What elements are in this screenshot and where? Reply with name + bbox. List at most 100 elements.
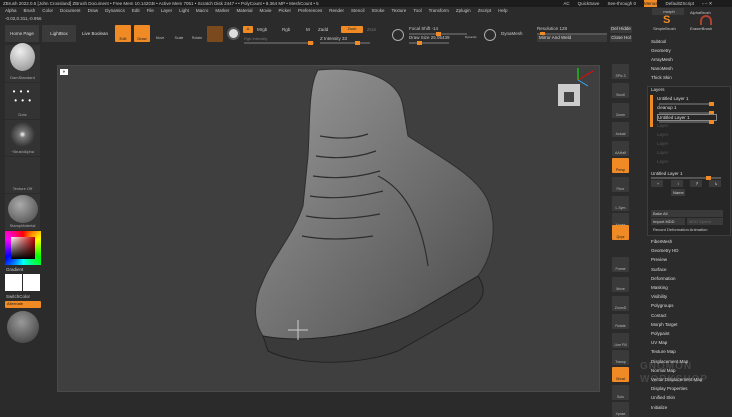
- palette-unified-skin[interactable]: Unified Skin: [651, 395, 675, 400]
- empty-layer-slot[interactable]: Layer: [657, 132, 717, 139]
- zcut-button[interactable]: Zcut: [367, 27, 376, 32]
- menu-file[interactable]: File: [147, 7, 154, 15]
- menu-color[interactable]: Color: [42, 7, 53, 15]
- simple-brush-button[interactable]: SimpleBrush: [653, 26, 676, 31]
- zadd-button[interactable]: Zadd: [318, 27, 328, 32]
- layer-row[interactable]: Untitled Layer 1: [657, 114, 717, 121]
- menu-brush[interactable]: Brush: [24, 7, 36, 15]
- layer-row[interactable]: Untitled Layer 1: [657, 96, 717, 103]
- palette-nanomesh[interactable]: NanoMesh: [651, 66, 673, 71]
- shelf-button-spix-3[interactable]: SPix 3: [612, 64, 629, 79]
- shelf-button-transp[interactable]: Transp: [612, 350, 629, 365]
- layer-row[interactable]: cleanup 1: [657, 105, 717, 112]
- menu-zscript[interactable]: Zscript: [478, 7, 492, 15]
- gradient-label[interactable]: Gradient: [6, 267, 23, 272]
- palette-polypaint[interactable]: Polypaint: [651, 331, 670, 336]
- zsub-button[interactable]: Zsub: [341, 26, 363, 33]
- boot-model[interactable]: [58, 66, 601, 393]
- edit-button[interactable]: Edit: [115, 25, 131, 42]
- document-canvas[interactable]: ◗: [57, 65, 600, 392]
- palette-polygroups[interactable]: Polygroups: [651, 303, 674, 308]
- del-hidden-button[interactable]: Del Hidde: [610, 26, 632, 33]
- spotlight-icon[interactable]: [227, 27, 240, 40]
- palette-arraymesh[interactable]: ArrayMesh: [651, 57, 673, 62]
- layers-title[interactable]: Layers: [651, 87, 665, 92]
- dynamesh-button[interactable]: DynaMesh: [501, 31, 523, 36]
- lightbox-button[interactable]: LightBox: [42, 25, 76, 42]
- bake-all-button[interactable]: Bake All: [651, 210, 723, 217]
- merge-down-button[interactable]: ↳: [709, 180, 721, 187]
- shelf-button-solo[interactable]: Solo: [612, 385, 629, 400]
- alternate-button[interactable]: Alternate: [5, 301, 41, 308]
- menu-transform[interactable]: Transform: [429, 7, 449, 15]
- palette-thick-skin[interactable]: Thick Skin: [651, 75, 672, 80]
- default-script-button[interactable]: DefaultZScript: [665, 0, 694, 7]
- stroke-selector[interactable]: • • • • • • Dots: [5, 83, 40, 119]
- shelf-button-move[interactable]: Move: [612, 277, 629, 292]
- shelf-button-l-sym[interactable]: L.Sym: [612, 196, 629, 211]
- menu-picker[interactable]: Picker: [278, 7, 291, 15]
- palette-morph-target[interactable]: Morph Target: [651, 322, 677, 327]
- eraser-brush-button[interactable]: EraserBrush: [690, 26, 712, 31]
- menu-preferences[interactable]: Preferences: [298, 7, 322, 15]
- rotate-button[interactable]: Rotate: [190, 27, 204, 41]
- rgb-intensity-slider[interactable]: Rgb Intensity: [244, 36, 267, 41]
- lazy-mouse-icon[interactable]: [392, 29, 404, 41]
- secondary-color-swatch[interactable]: [23, 274, 40, 291]
- palette-fibermesh[interactable]: FiberMesh: [651, 239, 672, 244]
- mdd-speed-slider[interactable]: MDD Speed: [687, 218, 723, 225]
- scale-button[interactable]: Scale: [172, 27, 186, 41]
- alpha-selector[interactable]: ~BrushAlpha: [5, 120, 40, 156]
- quicksave-button[interactable]: QuickSave: [578, 0, 600, 7]
- shelf-button-floor[interactable]: Floor: [612, 177, 629, 192]
- z-intensity-slider[interactable]: Z Intensity 33: [320, 36, 347, 41]
- material-selector[interactable]: StampMaterial: [5, 194, 40, 230]
- palette-texture-map[interactable]: Texture Map: [651, 349, 676, 354]
- a-button[interactable]: A: [243, 26, 253, 33]
- palette-display-properties[interactable]: Display Properties: [651, 386, 688, 391]
- texture-selector[interactable]: Texture Off: [5, 157, 40, 193]
- duplicate-layer-button[interactable]: ↱: [690, 180, 702, 187]
- menu-document[interactable]: Document: [60, 7, 81, 15]
- window-controls[interactable]: ▫ – ✕: [702, 0, 732, 7]
- palette-masking[interactable]: Masking: [651, 285, 668, 290]
- menu-marker[interactable]: Marker: [215, 7, 229, 15]
- material-swatch[interactable]: [207, 26, 223, 42]
- shelf-button-aahalf[interactable]: AAHalf: [612, 141, 629, 156]
- palette-surface[interactable]: Surface: [651, 267, 667, 272]
- palette-preview[interactable]: Preview: [651, 257, 667, 262]
- dynamic-button[interactable]: Dynamic: [465, 35, 477, 39]
- import-mdd-button[interactable]: Import MDD: [651, 218, 685, 225]
- see-through-slider[interactable]: See-through 0: [607, 0, 636, 7]
- m-button[interactable]: M: [306, 27, 310, 32]
- rgb-button[interactable]: Rgb: [282, 27, 290, 32]
- layers-scrollbar[interactable]: [650, 95, 653, 127]
- draw-button[interactable]: Draw: [134, 25, 150, 42]
- focal-shift-slider[interactable]: Focal Shift -14: [409, 26, 438, 31]
- shelf-button-qxyz[interactable]: Qxyz: [612, 225, 629, 240]
- menu-tool[interactable]: Tool: [413, 7, 421, 15]
- menu-alpha[interactable]: Alpha: [5, 7, 17, 15]
- shelf-button-scroll[interactable]: Scroll: [612, 83, 629, 98]
- live-boolean-button[interactable]: Live Boolean: [78, 25, 112, 42]
- menu-macro[interactable]: Macro: [196, 7, 209, 15]
- shelf-button-persp[interactable]: Persp: [612, 158, 629, 173]
- move-layer-button[interactable]: ↕: [671, 180, 683, 187]
- menu-draw[interactable]: Draw: [88, 7, 99, 15]
- resolution-slider[interactable]: Resolution 128: [537, 26, 567, 31]
- close-holes-button[interactable]: Close Hol: [610, 35, 632, 42]
- shelf-button-xpose[interactable]: Xpose: [612, 402, 629, 417]
- menu-render[interactable]: Render: [329, 7, 344, 15]
- mrgb-button[interactable]: Mrgb: [257, 27, 267, 32]
- empty-layer-slot[interactable]: Layer: [657, 150, 717, 157]
- matcap-preview[interactable]: [7, 311, 39, 343]
- color-picker[interactable]: [5, 231, 41, 265]
- menu-light[interactable]: Light: [179, 7, 189, 15]
- menu-movie[interactable]: Movie: [259, 7, 271, 15]
- record-deformation-animation-button[interactable]: Record Deformation Animation: [651, 226, 723, 233]
- palette-subtool[interactable]: Subtool: [651, 39, 666, 44]
- menu-edit[interactable]: Edit: [132, 7, 140, 15]
- shelf-button-frame[interactable]: Frame: [612, 257, 629, 272]
- palette-uv-map[interactable]: UV Map: [651, 340, 667, 345]
- palette-geometry-hd[interactable]: Geometry HD: [651, 248, 679, 253]
